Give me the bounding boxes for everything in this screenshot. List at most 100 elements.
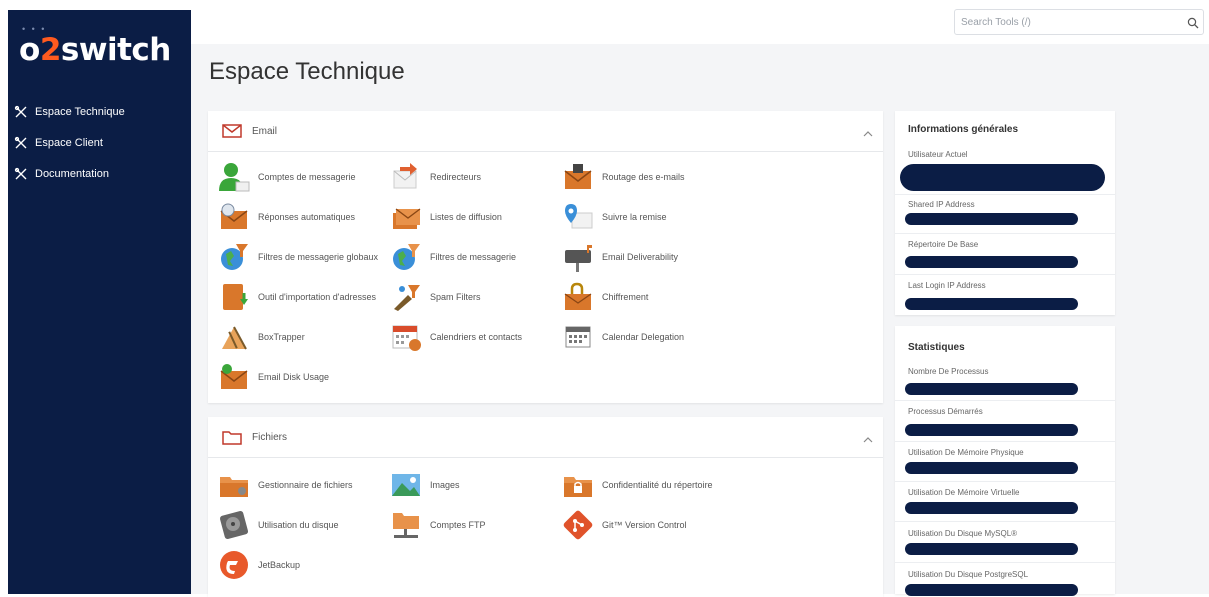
tool-label: Réponses automatiques <box>258 211 356 222</box>
tool-filtres-de-messagerie[interactable]: Filtres de messagerie <box>390 239 560 275</box>
tool-outil-importation-adresses[interactable]: Outil d'importation d'adresses <box>218 279 388 315</box>
logo-text-end: switch <box>60 32 171 68</box>
tool-spam-filters[interactable]: Spam Filters <box>390 279 560 315</box>
divider <box>895 194 1115 195</box>
files-section-header[interactable]: Fichiers <box>208 417 883 458</box>
tool-reponses-automatiques[interactable]: Réponses automatiques <box>218 199 388 235</box>
info-label: Last Login IP Address <box>908 281 986 290</box>
tool-label: Git™ Version Control <box>602 519 687 530</box>
tool-listes-de-diffusion[interactable]: Listes de diffusion <box>390 199 560 235</box>
deliverability-icon <box>562 241 594 273</box>
encryption-icon <box>562 281 594 313</box>
logo[interactable]: o2switch <box>19 32 171 68</box>
tool-utilisation-du-disque[interactable]: Utilisation du disque <box>218 507 388 543</box>
tool-label: Comptes FTP <box>430 519 486 530</box>
tool-label: Images <box>430 479 460 490</box>
tool-label: Utilisation du disque <box>258 519 339 530</box>
tool-label: Email Deliverability <box>602 251 679 262</box>
stat-label: Utilisation Du Disque MySQL® <box>908 529 1018 538</box>
tool-redirecteurs[interactable]: Redirecteurs <box>390 159 560 195</box>
sidebar-item-documentation[interactable]: Documentation <box>14 158 125 189</box>
file-manager-icon <box>218 469 250 501</box>
tool-label: Gestionnaire de fichiers <box>258 479 353 490</box>
envelope-icon <box>222 124 242 138</box>
divider <box>895 441 1115 442</box>
stat-label: Processus Démarrés <box>908 407 983 416</box>
tool-filtres-de-messagerie-globaux[interactable]: Filtres de messagerie globaux <box>218 239 388 275</box>
tool-boxtrapper[interactable]: BoxTrapper <box>218 319 388 355</box>
tool-confidentialite-du-repertoire[interactable]: Confidentialité du répertoire <box>562 467 732 503</box>
search-icon[interactable] <box>1187 16 1199 34</box>
redacted-value <box>905 298 1078 310</box>
divider <box>895 481 1115 482</box>
mailing-lists-icon <box>390 201 422 233</box>
info-label: Répertoire De Base <box>908 240 979 249</box>
tool-comptes-ftp[interactable]: Comptes FTP <box>390 507 560 543</box>
tool-chiffrement[interactable]: Chiffrement <box>562 279 732 315</box>
stat-label: Nombre De Processus <box>908 367 989 376</box>
tool-git-version-control[interactable]: Git™ Version Control <box>562 507 732 543</box>
divider <box>895 274 1115 275</box>
redacted-value <box>900 164 1105 191</box>
sidebar-item-label: Documentation <box>35 167 109 180</box>
logo-text-start: o <box>19 32 40 68</box>
stat-label: Utilisation De Mémoire Virtuelle <box>908 488 1020 497</box>
sidebar-item-espace-technique[interactable]: Espace Technique <box>14 96 125 127</box>
tool-label: BoxTrapper <box>258 331 305 342</box>
folder-icon <box>222 430 242 445</box>
tool-jetbackup[interactable]: JetBackup <box>218 547 388 583</box>
chevron-up-icon[interactable] <box>863 431 873 449</box>
redacted-value <box>905 424 1078 436</box>
tool-email-deliverability[interactable]: Email Deliverability <box>562 239 732 275</box>
redacted-value <box>905 383 1078 395</box>
stat-label: Utilisation De Mémoire Physique <box>908 448 1024 457</box>
email-disk-usage-icon <box>218 361 250 393</box>
files-section-title: Fichiers <box>252 431 288 443</box>
tool-label: Redirecteurs <box>430 171 482 182</box>
tools-icon <box>14 136 28 150</box>
calendar-contacts-icon <box>390 321 422 353</box>
redacted-value <box>905 213 1078 225</box>
tool-label: Calendriers et contacts <box>430 331 523 342</box>
divider <box>895 562 1115 563</box>
chevron-up-icon[interactable] <box>863 125 873 143</box>
sidebar-item-label: Espace Technique <box>35 105 125 118</box>
search-input[interactable] <box>959 10 1173 34</box>
tool-label: JetBackup <box>258 559 301 570</box>
tool-suivre-la-remise[interactable]: Suivre la remise <box>562 199 732 235</box>
sidebar: • • • o2switch Espace Technique Espace C… <box>8 10 191 594</box>
tool-calendriers-et-contacts[interactable]: Calendriers et contacts <box>390 319 560 355</box>
tool-label: Outil d'importation d'adresses <box>258 291 376 302</box>
divider <box>895 400 1115 401</box>
tool-label: Routage des e-mails <box>602 171 685 182</box>
calendar-delegation-icon <box>562 321 594 353</box>
sidebar-nav: Espace Technique Espace Client Documenta… <box>14 96 125 189</box>
tool-images[interactable]: Images <box>390 467 560 503</box>
search-box[interactable] <box>954 9 1204 35</box>
autoresponders-icon <box>218 201 250 233</box>
tool-gestionnaire-de-fichiers[interactable]: Gestionnaire de fichiers <box>218 467 388 503</box>
tool-email-disk-usage[interactable]: Email Disk Usage <box>218 359 388 395</box>
tool-label: Suivre la remise <box>602 211 667 222</box>
email-filters-icon <box>390 241 422 273</box>
tool-label: Listes de diffusion <box>430 211 502 222</box>
tool-label: Email Disk Usage <box>258 371 330 382</box>
tool-label: Filtres de messagerie globaux <box>258 251 379 262</box>
tool-label: Spam Filters <box>430 291 481 302</box>
sidebar-item-espace-client[interactable]: Espace Client <box>14 127 125 158</box>
email-section-header[interactable]: Email <box>208 111 883 152</box>
track-delivery-icon <box>562 201 594 233</box>
forwarders-icon <box>390 161 422 193</box>
tool-calendar-delegation[interactable]: Calendar Delegation <box>562 319 732 355</box>
tool-routage-des-e-mails[interactable]: Routage des e-mails <box>562 159 732 195</box>
tool-label: Chiffrement <box>602 291 649 302</box>
spam-filters-icon <box>390 281 422 313</box>
disk-usage-icon <box>218 509 250 541</box>
tool-comptes-de-messagerie[interactable]: Comptes de messagerie <box>218 159 388 195</box>
info-label: Shared IP Address <box>908 200 975 209</box>
logo-text-two: 2 <box>39 32 62 68</box>
tool-label: Calendar Delegation <box>602 331 685 342</box>
email-section-title: Email <box>252 125 278 137</box>
general-info-panel: Informations générales Utilisateur Actue… <box>895 111 1115 315</box>
git-icon <box>562 509 594 541</box>
